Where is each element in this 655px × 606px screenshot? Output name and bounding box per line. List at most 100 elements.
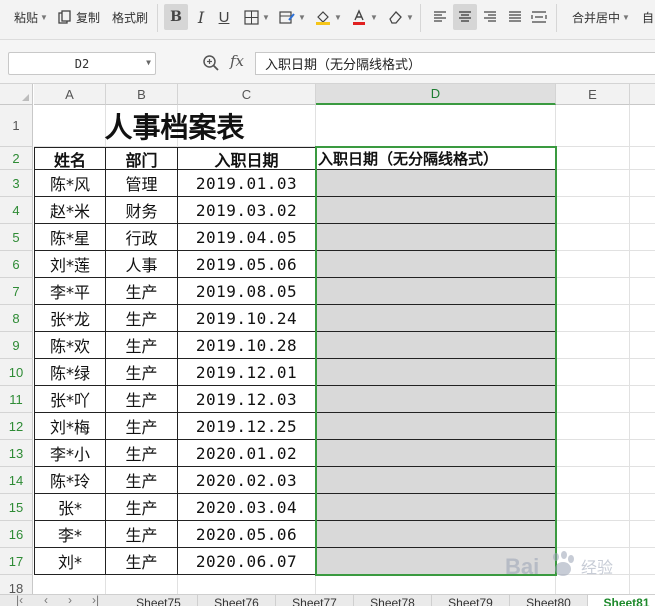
date-cell[interactable]: 2019.10.24	[178, 305, 316, 332]
formula-input[interactable]: 入职日期（无分隔线格式）	[255, 52, 655, 75]
sheet-title[interactable]: 人事档案表	[34, 106, 315, 146]
row-header-6[interactable]: 6	[0, 251, 33, 278]
name-box[interactable]: D2 ▼	[8, 52, 156, 75]
row-header-13[interactable]: 13	[0, 440, 33, 467]
no-separator-date-cell[interactable]	[316, 494, 556, 521]
dept-cell[interactable]: 生产	[106, 548, 178, 575]
header-cell-name[interactable]: 姓名	[34, 147, 106, 170]
no-separator-date-cell[interactable]	[316, 170, 556, 197]
no-separator-date-cell[interactable]	[316, 467, 556, 494]
dept-cell[interactable]: 生产	[106, 278, 178, 305]
name-cell[interactable]: 赵*米	[34, 197, 106, 224]
row-header-18[interactable]: 18	[0, 575, 33, 594]
name-cell[interactable]: 张*	[34, 494, 106, 521]
date-cell[interactable]: 2019.08.05	[178, 278, 316, 305]
row-header-16[interactable]: 16	[0, 521, 33, 548]
align-left-button[interactable]	[430, 4, 450, 30]
row-header-1[interactable]: 1	[0, 105, 33, 147]
column-header-next[interactable]	[630, 84, 655, 105]
dept-cell[interactable]: 生产	[106, 386, 178, 413]
row-header-8[interactable]: 8	[0, 305, 33, 332]
function-button[interactable]: fx	[230, 52, 244, 70]
dept-cell[interactable]: 生产	[106, 521, 178, 548]
name-cell[interactable]: 刘*莲	[34, 251, 106, 278]
font-color-button[interactable]: ▼	[350, 4, 378, 30]
no-separator-date-cell[interactable]	[316, 305, 556, 332]
date-cell[interactable]: 2019.05.06	[178, 251, 316, 278]
name-cell[interactable]: 陈*玲	[34, 467, 106, 494]
name-cell[interactable]: 李*	[34, 521, 106, 548]
header-cell-nosep[interactable]: 入职日期（无分隔线格式）	[316, 147, 556, 170]
merge-center-button[interactable]: 合并居中 ▼	[570, 4, 630, 30]
name-cell[interactable]: 陈*欢	[34, 332, 106, 359]
dept-cell[interactable]: 生产	[106, 494, 178, 521]
sheet-tab-sheet78[interactable]: Sheet78	[354, 595, 432, 606]
row-header-2[interactable]: 2	[0, 147, 33, 170]
no-separator-date-cell[interactable]	[316, 359, 556, 386]
sheet-tab-sheet81[interactable]: Sheet81	[588, 595, 655, 606]
name-cell[interactable]: 陈*绿	[34, 359, 106, 386]
dept-cell[interactable]: 生产	[106, 440, 178, 467]
justify-button[interactable]	[505, 4, 525, 30]
header-cell-dept[interactable]: 部门	[106, 147, 178, 170]
row-header-17[interactable]: 17	[0, 548, 33, 575]
name-cell[interactable]: 李*小	[34, 440, 106, 467]
date-cell[interactable]: 2019.12.01	[178, 359, 316, 386]
date-cell[interactable]: 2020.03.04	[178, 494, 316, 521]
dept-cell[interactable]: 财务	[106, 197, 178, 224]
dept-cell[interactable]: 生产	[106, 332, 178, 359]
column-header-d[interactable]: D	[316, 84, 556, 105]
no-separator-date-cell[interactable]	[316, 386, 556, 413]
sheet-tab-sheet75[interactable]: Sheet75	[120, 595, 198, 606]
row-header-3[interactable]: 3	[0, 170, 33, 197]
fill-color-button[interactable]: ▼	[314, 4, 342, 30]
dept-cell[interactable]: 生产	[106, 413, 178, 440]
column-header-e[interactable]: E	[556, 84, 630, 105]
paste-button[interactable]: 粘贴 ▼	[12, 4, 48, 30]
row-header-11[interactable]: 11	[0, 386, 33, 413]
clear-format-button[interactable]: ▼	[386, 4, 414, 30]
date-cell[interactable]: 2019.10.28	[178, 332, 316, 359]
row-header-7[interactable]: 7	[0, 278, 33, 305]
date-cell[interactable]: 2020.05.06	[178, 521, 316, 548]
row-header-14[interactable]: 14	[0, 467, 33, 494]
name-cell[interactable]: 张*龙	[34, 305, 106, 332]
dept-cell[interactable]: 人事	[106, 251, 178, 278]
bold-button[interactable]: B	[164, 4, 188, 30]
name-cell[interactable]: 陈*风	[34, 170, 106, 197]
row-header-5[interactable]: 5	[0, 224, 33, 251]
dept-cell[interactable]: 生产	[106, 359, 178, 386]
prev-sheet-icon[interactable]: ‹	[44, 595, 48, 606]
row-header-12[interactable]: 12	[0, 413, 33, 440]
sheet-tab-sheet79[interactable]: Sheet79	[432, 595, 510, 606]
name-cell[interactable]: 陈*星	[34, 224, 106, 251]
chevron-down-icon[interactable]: ▼	[146, 58, 151, 67]
sheet-tab-sheet77[interactable]: Sheet77	[276, 595, 354, 606]
auto-wrap-button[interactable]: 自	[640, 4, 654, 30]
no-separator-date-cell[interactable]	[316, 197, 556, 224]
no-separator-date-cell[interactable]	[316, 440, 556, 467]
no-separator-date-cell[interactable]	[316, 251, 556, 278]
dept-cell[interactable]: 行政	[106, 224, 178, 251]
underline-button[interactable]: U	[214, 4, 234, 30]
first-sheet-icon[interactable]: |‹	[16, 595, 23, 606]
row-header-10[interactable]: 10	[0, 359, 33, 386]
name-cell[interactable]: 李*平	[34, 278, 106, 305]
date-cell[interactable]: 2019.04.05	[178, 224, 316, 251]
row-header-4[interactable]: 4	[0, 197, 33, 224]
row-header-15[interactable]: 15	[0, 494, 33, 521]
column-header-b[interactable]: B	[106, 84, 178, 105]
zoom-icon[interactable]	[202, 54, 220, 72]
distributed-align-button[interactable]	[529, 4, 549, 30]
name-cell[interactable]: 刘*梅	[34, 413, 106, 440]
column-header-a[interactable]: A	[34, 84, 106, 105]
no-separator-date-cell[interactable]	[316, 521, 556, 548]
dept-cell[interactable]: 生产	[106, 467, 178, 494]
date-cell[interactable]: 2019.01.03	[178, 170, 316, 197]
date-cell[interactable]: 2019.03.02	[178, 197, 316, 224]
format-painter-button[interactable]: 格式刷	[110, 4, 148, 30]
italic-button[interactable]: I	[191, 4, 211, 30]
date-cell[interactable]: 2019.12.03	[178, 386, 316, 413]
header-cell-date[interactable]: 入职日期	[178, 147, 316, 170]
date-cell[interactable]: 2019.12.25	[178, 413, 316, 440]
